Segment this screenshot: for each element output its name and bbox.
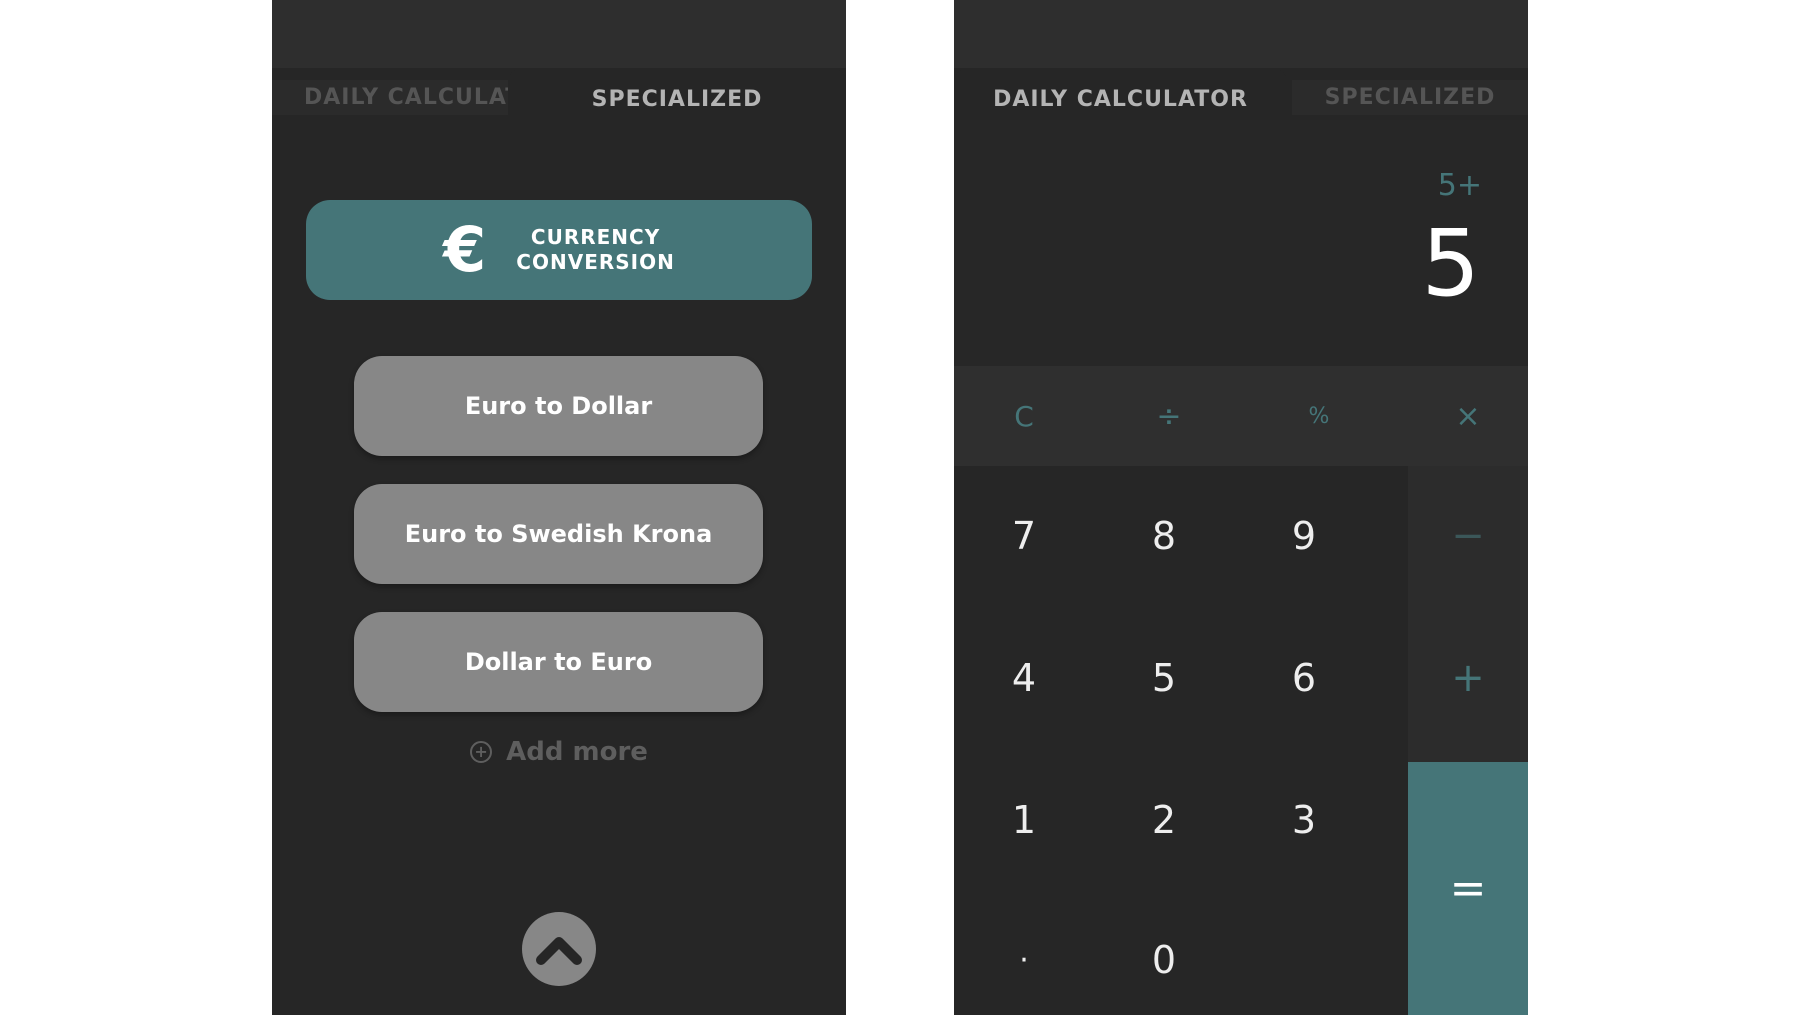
euro-icon: € [443,213,487,286]
key-8[interactable]: 8 [1094,466,1234,606]
result-readout: 5 [1421,210,1480,317]
key-5[interactable]: 5 [1094,608,1234,748]
plus-button[interactable]: + [1408,608,1528,748]
multiply-button[interactable]: × [1408,366,1528,466]
key-9[interactable]: 9 [1234,466,1374,606]
scroll-up-button[interactable] [522,912,596,986]
key-1[interactable]: 1 [954,750,1094,890]
expression-readout: 5+ [1437,168,1482,203]
daily-calculator-screen: DAILY CALCULATOR SPECIALIZED 5+ 5 C ÷ % … [954,0,1528,1015]
euro-to-dollar-button[interactable]: Euro to Dollar [354,356,763,456]
chevron-up-icon [536,937,582,965]
dollar-to-euro-button[interactable]: Dollar to Euro [354,612,763,712]
key-4[interactable]: 4 [954,608,1094,748]
currency-title-line2: CONVERSION [516,250,675,274]
key-6[interactable]: 6 [1234,608,1374,748]
add-more-button[interactable]: + Add more [272,732,846,772]
tab-daily-calculator[interactable]: DAILY CALCULAT [272,80,518,115]
currency-conversion-title: CURRENCY CONVERSION [516,225,675,275]
tab-specialized[interactable]: SPECIALIZED [1292,80,1528,115]
add-more-label: Add more [506,737,648,767]
key-7[interactable]: 7 [954,466,1094,606]
plus-circle-icon: + [470,741,493,763]
currency-title-line1: CURRENCY [530,225,661,249]
tab-specialized[interactable]: SPECIALIZED [508,68,846,130]
percent-button[interactable]: % [1244,366,1394,466]
specialized-screen: DAILY CALCULAT SPECIALIZED € CURRENCY CO… [272,0,846,1015]
equals-button[interactable]: = [1408,762,1528,1015]
key-0[interactable]: 0 [1094,890,1234,1015]
status-strip [272,0,846,68]
euro-to-swedish-krona-button[interactable]: Euro to Swedish Krona [354,484,763,584]
decimal-key[interactable]: · [954,890,1094,1015]
key-2[interactable]: 2 [1094,750,1234,890]
key-3[interactable]: 3 [1234,750,1374,890]
clear-button[interactable]: C [954,366,1094,466]
status-strip [954,0,1528,68]
minus-button[interactable]: − [1408,466,1528,606]
divide-button[interactable]: ÷ [1094,366,1244,466]
currency-conversion-header[interactable]: € CURRENCY CONVERSION [306,200,812,300]
